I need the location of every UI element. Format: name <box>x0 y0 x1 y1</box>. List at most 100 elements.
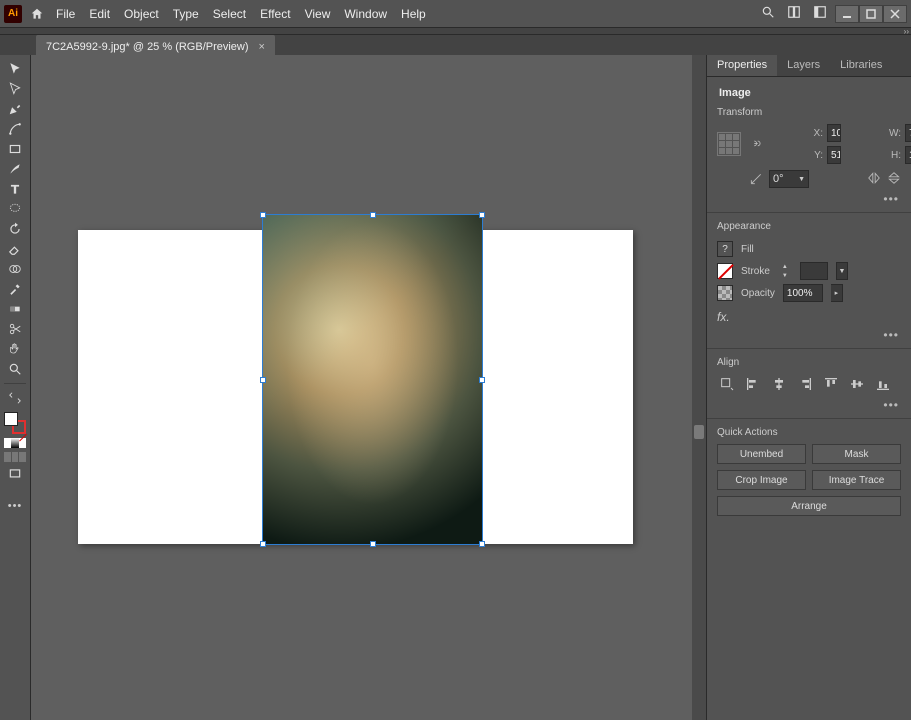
toggle-fill-stroke-icon[interactable] <box>4 390 26 406</box>
eraser-tool[interactable] <box>4 241 26 257</box>
properties-panel: Properties Layers Libraries Image Transf… <box>706 55 911 720</box>
menu-effect[interactable]: Effect <box>260 7 290 21</box>
y-input[interactable]: 516,7059 p <box>827 146 841 164</box>
menu-select[interactable]: Select <box>213 7 246 21</box>
rotation-input[interactable]: 0°▼ <box>769 170 809 188</box>
fill-stroke-swatch[interactable] <box>4 412 26 434</box>
tab-libraries[interactable]: Libraries <box>830 55 892 76</box>
w-label: W: <box>845 128 901 139</box>
color-mode-row[interactable] <box>4 438 26 448</box>
tab-layers[interactable]: Layers <box>777 55 830 76</box>
quick-actions-section-title: Quick Actions <box>717 427 901 438</box>
document-tab-bar: 7C2A5992-9.jpg* @ 25 % (RGB/Preview) × <box>0 35 911 55</box>
menu-edit[interactable]: Edit <box>89 7 110 21</box>
hand-tool[interactable] <box>4 341 26 357</box>
close-tab-icon[interactable]: × <box>259 41 265 53</box>
scissors-tool[interactable] <box>4 321 26 337</box>
menu-type[interactable]: Type <box>173 7 199 21</box>
x-input[interactable]: 1019,1882 <box>827 124 841 142</box>
draw-mode-row[interactable] <box>4 452 26 462</box>
crop-image-button[interactable]: Crop Image <box>717 470 806 490</box>
app-logo: Ai <box>4 5 22 23</box>
rotate-tool[interactable] <box>4 221 26 237</box>
menu-object[interactable]: Object <box>124 7 159 21</box>
rotate-icon <box>749 172 763 186</box>
window-close-button[interactable] <box>883 5 907 23</box>
zoom-tool[interactable] <box>4 361 26 377</box>
x-label: X: <box>767 128 823 139</box>
canvas[interactable] <box>31 55 706 720</box>
mask-button[interactable]: Mask <box>812 444 901 464</box>
edit-toolbar-icon[interactable]: ••• <box>4 498 26 514</box>
selection-type-label: Image <box>719 87 901 99</box>
document-tab[interactable]: 7C2A5992-9.jpg* @ 25 % (RGB/Preview) × <box>36 35 275 55</box>
shape-builder-tool[interactable] <box>4 261 26 277</box>
rectangle-tool[interactable] <box>4 141 26 157</box>
main-menu: File Edit Object Type Select Effect View… <box>56 7 426 21</box>
pen-tool[interactable] <box>4 101 26 117</box>
align-bottom-button[interactable] <box>873 374 893 394</box>
stroke-label: Stroke <box>741 266 770 277</box>
search-icon[interactable] <box>761 5 775 22</box>
fx-button[interactable]: fx. <box>717 310 901 324</box>
screen-mode-button[interactable] <box>4 466 26 482</box>
opacity-input[interactable]: 100% <box>783 284 823 302</box>
curvature-tool[interactable] <box>4 121 26 137</box>
opacity-dropdown[interactable]: ▸ <box>831 284 843 302</box>
placed-image[interactable] <box>262 214 483 545</box>
flip-vertical-icon[interactable] <box>887 171 901 188</box>
align-hcenter-button[interactable] <box>769 374 789 394</box>
width-input[interactable]: 758,3765 p <box>905 124 911 142</box>
stroke-weight-dropdown[interactable]: ▼ <box>836 262 848 280</box>
align-right-button[interactable] <box>795 374 815 394</box>
paintbrush-tool[interactable] <box>4 161 26 177</box>
appearance-section-title: Appearance <box>717 221 901 232</box>
lasso-tool[interactable] <box>4 201 26 217</box>
type-tool[interactable] <box>4 181 26 197</box>
align-left-button[interactable] <box>743 374 763 394</box>
opacity-label: Opacity <box>741 288 775 299</box>
fill-swatch[interactable] <box>4 412 18 426</box>
stroke-weight-stepper[interactable]: ▲▼ <box>778 262 792 280</box>
toolbox: ••• <box>0 55 31 720</box>
fill-label: Fill <box>741 244 754 255</box>
image-trace-button[interactable]: Image Trace <box>812 470 901 490</box>
fill-color-swatch[interactable] <box>717 241 733 257</box>
y-label: Y: <box>767 150 823 161</box>
reference-point-selector[interactable] <box>717 132 745 156</box>
direct-selection-tool[interactable] <box>4 81 26 97</box>
arrange-button[interactable]: Arrange <box>717 496 901 516</box>
appearance-more-options-icon[interactable]: ••• <box>717 328 901 342</box>
align-more-options-icon[interactable]: ••• <box>717 398 901 412</box>
selection-tool[interactable] <box>4 61 26 77</box>
unembed-button[interactable]: Unembed <box>717 444 806 464</box>
opacity-swatch[interactable] <box>717 285 733 301</box>
tab-properties[interactable]: Properties <box>707 55 777 76</box>
menu-file[interactable]: File <box>56 7 75 21</box>
window-maximize-button[interactable] <box>859 5 883 23</box>
stroke-weight-input[interactable] <box>800 262 828 280</box>
menu-window[interactable]: Window <box>344 7 387 21</box>
eyedropper-tool[interactable] <box>4 281 26 297</box>
expand-panels-icon[interactable]: ›› <box>904 27 909 36</box>
workspace-switcher-icon[interactable] <box>813 5 827 22</box>
menu-help[interactable]: Help <box>401 7 426 21</box>
window-minimize-button[interactable] <box>835 5 859 23</box>
control-strip: ›› <box>0 27 911 35</box>
transform-more-options-icon[interactable]: ••• <box>717 192 901 206</box>
link-wh-icon[interactable] <box>749 137 763 151</box>
scrollbar-thumb[interactable] <box>694 425 704 439</box>
height-input[interactable]: 1137,5647 <box>905 146 911 164</box>
home-icon[interactable] <box>28 5 46 23</box>
vertical-scrollbar[interactable] <box>692 55 706 720</box>
stroke-color-swatch[interactable] <box>717 263 733 279</box>
arrange-documents-icon[interactable] <box>787 5 801 22</box>
transform-section-title: Transform <box>717 107 901 118</box>
menu-view[interactable]: View <box>305 7 331 21</box>
align-to-dropdown[interactable] <box>717 374 737 394</box>
align-section-title: Align <box>717 357 901 368</box>
gradient-tool[interactable] <box>4 301 26 317</box>
align-vcenter-button[interactable] <box>847 374 867 394</box>
flip-horizontal-icon[interactable] <box>867 171 881 188</box>
align-top-button[interactable] <box>821 374 841 394</box>
